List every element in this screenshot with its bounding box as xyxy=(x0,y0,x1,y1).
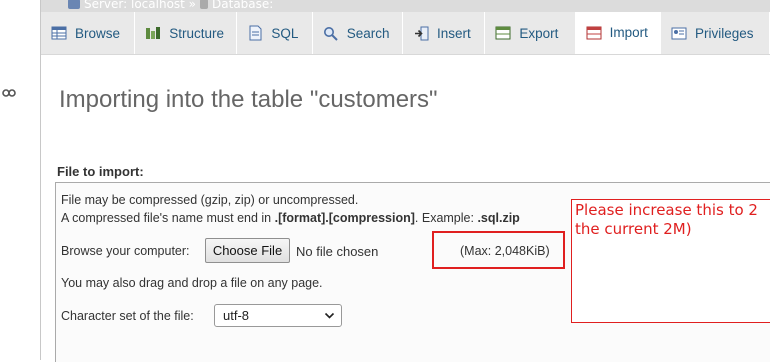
tab-label: Browse xyxy=(75,25,121,41)
tab-label: Privileges xyxy=(694,25,754,41)
tab-label: Structure xyxy=(169,25,224,41)
import-icon xyxy=(586,25,602,41)
tab-export[interactable]: Export xyxy=(485,12,576,54)
compression-note: File may be compressed (gzip, zip) or un… xyxy=(61,193,359,207)
choose-file-button[interactable]: Choose File xyxy=(205,238,290,263)
drag-drop-note: You may also drag and drop a file on any… xyxy=(61,276,323,290)
tab-browse[interactable]: Browse xyxy=(41,12,136,54)
annotation-line-2: the current 2M) xyxy=(575,220,692,238)
tab-label: Insert xyxy=(437,25,471,41)
tab-structure[interactable]: Structure xyxy=(135,12,238,54)
breadcrumb-database[interactable]: Database: xyxy=(212,0,273,11)
charset-label: Character set of the file: xyxy=(61,309,194,323)
table-icon xyxy=(51,25,67,41)
server-icon xyxy=(68,0,80,9)
insert-icon xyxy=(413,25,429,41)
link-icon[interactable] xyxy=(2,88,16,98)
tab-sql[interactable]: SQL xyxy=(237,12,313,54)
breadcrumb: Server: localhost » Database: xyxy=(41,0,770,12)
privileges-icon xyxy=(671,25,687,41)
breadcrumb-server[interactable]: Server: localhost » xyxy=(84,0,196,11)
structure-icon xyxy=(145,25,161,41)
table-tabs: Browse Structure SQL Search Insert Expor… xyxy=(41,12,770,55)
annotation-line-1: Please increase this to 2 xyxy=(575,201,758,219)
tab-search[interactable]: Search xyxy=(313,12,404,54)
annotation-text: Please increase this to 2 the current 2M… xyxy=(575,201,758,239)
browse-label: Browse your computer: xyxy=(61,244,190,258)
no-file-chosen: No file chosen xyxy=(296,244,379,259)
tab-insert[interactable]: Insert xyxy=(403,12,486,54)
export-icon xyxy=(495,25,511,41)
tab-label: Search xyxy=(346,25,390,41)
highlight-box xyxy=(432,231,565,269)
charset-value: utf-8 xyxy=(223,308,250,323)
page-title: Importing into the table "customers" xyxy=(59,86,438,113)
chevron-down-icon xyxy=(324,312,335,319)
tab-label: SQL xyxy=(271,25,299,41)
sql-icon xyxy=(247,25,263,41)
filename-note: A compressed file's name must end in .[f… xyxy=(61,211,520,225)
database-icon xyxy=(200,0,209,9)
tab-label: Export xyxy=(519,25,559,41)
annotation-box: Please increase this to 2 the current 2M… xyxy=(571,199,770,323)
navigation-panel xyxy=(0,0,41,360)
search-icon xyxy=(323,25,339,41)
fieldset-legend: File to import: xyxy=(57,164,144,179)
filename-note-prefix: A compressed file's name must end in xyxy=(61,211,275,225)
filename-example: .sql.zip xyxy=(477,211,520,225)
tab-import[interactable]: Import xyxy=(575,12,661,54)
tab-privileges[interactable]: Privileges xyxy=(661,12,770,54)
filename-format: .[format].[compression] xyxy=(274,211,415,225)
charset-select[interactable]: utf-8 xyxy=(214,304,342,327)
filename-example-prefix: . Example: xyxy=(414,211,478,225)
tab-label: Import xyxy=(609,25,648,40)
